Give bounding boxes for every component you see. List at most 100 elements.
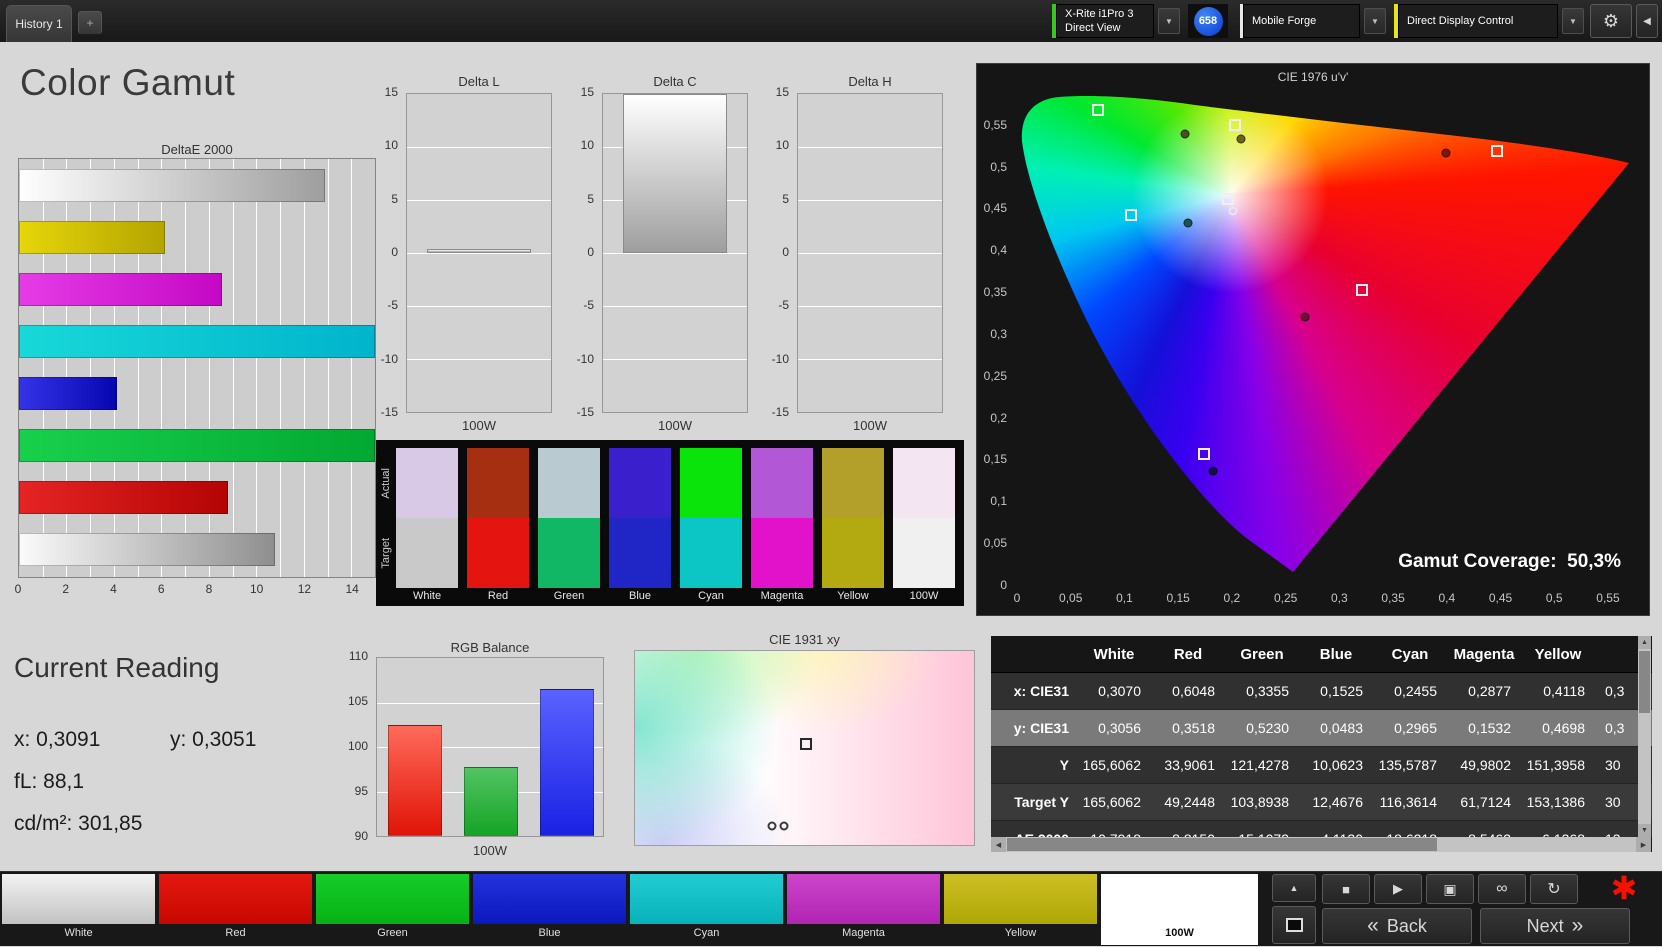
table-row-label: Y [1059, 757, 1069, 773]
scroll-up-button[interactable]: ▲ [1638, 636, 1651, 649]
next-button[interactable]: Next » [1480, 908, 1630, 944]
delta-l-plot [406, 93, 552, 413]
patch-white[interactable]: White [2, 874, 155, 945]
table-cell: 135,5787 [1378, 757, 1437, 773]
y-tick-label: 100 [347, 739, 368, 753]
y-tick-label: 0,2 [990, 410, 1007, 425]
patch-green[interactable]: Green [316, 874, 469, 945]
single-measure-button[interactable]: ▣ [1426, 874, 1474, 904]
table-header: White Red Green Blue Cyan Magenta Yellow [991, 636, 1652, 673]
patch-magenta[interactable]: Magenta [787, 874, 940, 945]
rgb-bar-blue [540, 689, 594, 836]
table-row[interactable]: Target Y 165,6062 49,2448 103,8938 12,4676 11… [991, 784, 1652, 821]
delta-h-title: Delta H [848, 74, 892, 89]
display-control-dropdown[interactable]: Direct Display Control [1398, 4, 1558, 38]
table-cell: 30 [1605, 757, 1621, 773]
alert-indicator[interactable]: ✱ [1598, 868, 1650, 908]
deltae-bar-blue [19, 377, 117, 410]
source-dropdown-chevron[interactable]: ▼ [1364, 8, 1386, 34]
swatch-columns: White Red Green Blue Cyan Magenta Yellow 100W [376, 440, 964, 606]
gridline [798, 253, 942, 254]
display-control-chevron[interactable]: ▼ [1562, 8, 1584, 34]
scroll-left-icon: ◀ [995, 841, 1002, 849]
patch-swatch [2, 874, 155, 924]
y-tick-label: 0 [391, 245, 398, 259]
table-cell: 33,9061 [1164, 757, 1215, 773]
table-row[interactable]: x: CIE31 0,3070 0,6048 0,3355 0,1525 0,2455 0,… [991, 673, 1652, 710]
measurement-marker [1441, 148, 1451, 158]
delta-l-title: Delta L [458, 74, 500, 89]
table-cell: 30 [1605, 794, 1621, 810]
swatch-target-yellow [822, 518, 884, 588]
table-row[interactable]: Y 165,6062 33,9061 121,4278 10,0623 135,5787 4… [991, 747, 1652, 784]
target-marker [1491, 144, 1504, 157]
x-tick-label: 0,35 [1381, 591, 1405, 605]
y-tick-label: -10 [771, 351, 789, 366]
vscroll-thumb[interactable] [1639, 651, 1650, 713]
cie1931-title: CIE 1931 xy [769, 632, 840, 647]
table-header-cell: Green [1240, 646, 1284, 663]
table-cell: 0,5230 [1246, 720, 1289, 736]
patch-100w[interactable]: 100W [1101, 874, 1258, 945]
table-cell: 0,3056 [1098, 720, 1141, 736]
swatch-label: Blue [628, 590, 652, 602]
meter-dropdown-chevron[interactable]: ▼ [1158, 8, 1180, 34]
table-header-cell: Red [1173, 646, 1203, 663]
x-tick-label: 0,2 [1223, 591, 1241, 605]
patch-red[interactable]: Red [159, 874, 312, 945]
back-button[interactable]: « Back [1322, 908, 1472, 944]
patch-cyan[interactable]: Cyan [630, 874, 783, 945]
source-name: Mobile Forge [1252, 15, 1317, 27]
deltae-bar-yellow [19, 221, 165, 254]
gridline [303, 159, 305, 577]
swatch-target-cyan [680, 518, 742, 588]
target-marker [1124, 208, 1137, 221]
table-row[interactable]: ΔE 200010,79188,815015,10734,113018,6218… [991, 821, 1652, 837]
deltae-bar-cyan [19, 325, 375, 358]
scroll-right-button[interactable]: ▶ [1636, 837, 1651, 852]
pattern-up-button[interactable]: ▲ [1272, 874, 1316, 902]
table-cell: 49,9802 [1460, 757, 1511, 773]
y-tick-label: 0,5 [990, 159, 1007, 174]
scroll-down-button[interactable]: ▼ [1638, 824, 1651, 837]
hscroll-thumb[interactable] [1007, 838, 1437, 851]
delta-c-category: 100W [658, 418, 692, 433]
measurement-marker [1208, 466, 1218, 476]
stop-button[interactable]: ■ [1322, 874, 1370, 904]
table-cell: 103,8938 [1230, 794, 1289, 810]
history-tab-label: History 1 [15, 17, 63, 31]
settings-button[interactable]: ⚙ [1590, 4, 1632, 38]
table-cell: 0,2877 [1468, 683, 1511, 699]
loop-button[interactable]: ↻ [1530, 874, 1578, 904]
x-tick-label: 12 [297, 582, 312, 596]
meter-dropdown[interactable]: X-Rite i1Pro 3 Direct View [1056, 4, 1154, 38]
y-tick-label: -5 [778, 298, 789, 313]
swatch-target-magenta [751, 518, 813, 588]
patch-yellow[interactable]: Yellow [944, 874, 1097, 945]
table-hscroll[interactable]: ◀ ▶ [991, 837, 1651, 852]
chevron-down-icon: ▼ [1569, 16, 1577, 26]
table-header-cell: Blue [1319, 646, 1353, 663]
patch-blue[interactable]: Blue [473, 874, 626, 945]
scroll-left-button[interactable]: ◀ [991, 837, 1006, 852]
source-dropdown[interactable]: Mobile Forge [1243, 4, 1360, 38]
table-cell: 0,3 [1605, 683, 1625, 699]
cie1976-title: CIE 1976 u'v' [1277, 70, 1349, 84]
history-tab[interactable]: History 1 [6, 5, 72, 42]
continuous-measure-button[interactable]: ∞ [1478, 874, 1526, 904]
play-button[interactable]: ▶ [1374, 874, 1422, 904]
add-tab-button[interactable]: + [78, 11, 102, 34]
collapse-panel-button[interactable]: ◀ [1636, 4, 1658, 38]
measurement-marker [1180, 129, 1190, 139]
target-marker [1197, 447, 1210, 460]
table-cell: 0,4118 [1543, 683, 1585, 699]
table-row[interactable]: y: CIE31 0,3056 0,3518 0,5230 0,0483 0,2965 0,… [991, 710, 1652, 747]
rgb-xlabel: 100W [473, 843, 507, 858]
table-vscroll[interactable]: ▲ ▼ [1638, 636, 1651, 837]
table-cell: 12,4676 [1312, 794, 1363, 810]
pattern-window-button[interactable] [1272, 906, 1316, 944]
back-button-label: Back [1386, 915, 1427, 936]
swatch-actual-white [396, 448, 458, 518]
patch-swatch [1101, 874, 1258, 924]
gridline [351, 159, 353, 577]
